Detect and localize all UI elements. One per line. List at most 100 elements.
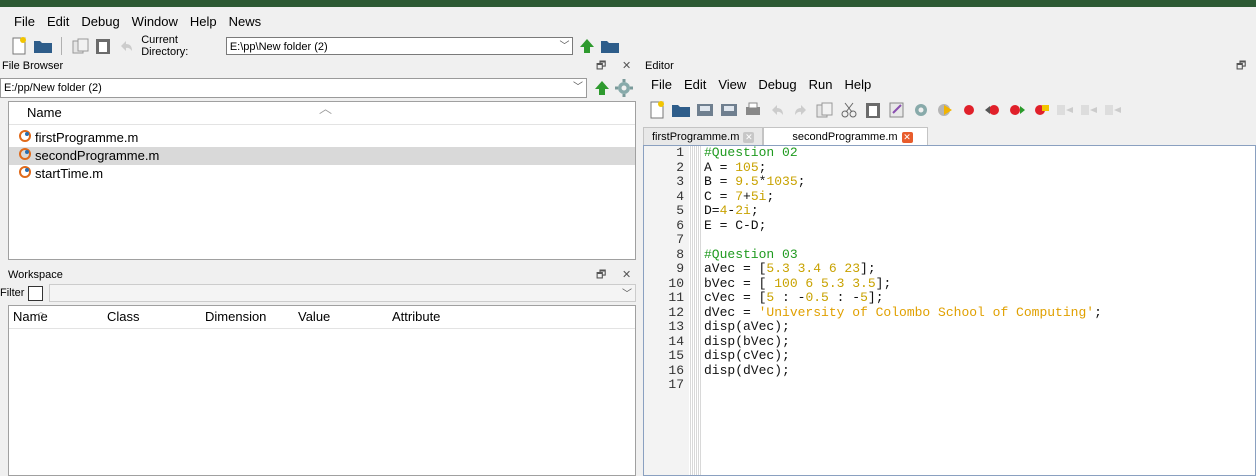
code-line[interactable]: 13 disp(aVec); [644, 319, 789, 335]
undock-icon[interactable]: 🗗 [1236, 58, 1246, 74]
undock-icon[interactable]: 🗗 [596, 58, 606, 74]
undo-icon[interactable] [767, 100, 787, 120]
copy-icon[interactable] [72, 36, 91, 56]
chevron-down-icon[interactable]: ﹀ [559, 38, 569, 56]
editor-menu-debug[interactable]: Debug [752, 75, 802, 95]
cut-icon[interactable] [839, 100, 859, 120]
chevron-down-icon[interactable]: ﹀ [622, 285, 632, 300]
code-line[interactable]: 9 aVec = [5.3 3.4 6 23]; [644, 261, 875, 277]
previous-breakpoint-icon[interactable] [983, 100, 1003, 120]
line-number: 2 [676, 159, 684, 175]
editor-menu-help[interactable]: Help [838, 75, 877, 95]
editor-menu-view[interactable]: View [712, 75, 752, 95]
copy-icon[interactable] [815, 100, 835, 120]
code-line[interactable]: 8 #Question 03 [644, 247, 797, 263]
column-header-class[interactable]: Class [107, 309, 140, 324]
save-as-icon[interactable] [719, 100, 739, 120]
step-out-icon[interactable] [1103, 100, 1123, 120]
close-tab-icon[interactable]: ✕ [901, 131, 913, 143]
code-line[interactable]: 12 dVec = 'University of Colombo School o… [644, 304, 1102, 321]
save-icon[interactable] [695, 100, 715, 120]
code-line[interactable]: 10 bVec = [ 100 6 5.3 3.5]; [644, 276, 891, 292]
column-header-dimension[interactable]: Dimension [205, 309, 266, 324]
menu-edit[interactable]: Edit [41, 12, 75, 32]
code-token: #Question 02 [704, 145, 798, 160]
menu-debug[interactable]: Debug [75, 12, 125, 32]
code-line[interactable]: 6 E = C-D; [644, 218, 766, 234]
step-in-icon[interactable] [1079, 100, 1099, 120]
paste-icon[interactable] [863, 100, 883, 120]
code-line[interactable]: 14 disp(bVec); [644, 334, 789, 350]
column-header-attribute[interactable]: Attribute [392, 309, 440, 324]
run-icon[interactable] [935, 100, 955, 120]
undo-icon[interactable] [117, 36, 136, 56]
menu-window[interactable]: Window [126, 12, 184, 32]
line-number: 12 [668, 304, 684, 320]
code-line[interactable]: 15 disp(cVec); [644, 348, 789, 364]
code-line[interactable]: 4 C = 7+5i; [644, 189, 774, 205]
filter-input[interactable]: ﹀ [49, 284, 636, 302]
breakpoint-icon[interactable] [959, 100, 979, 120]
line-number: 11 [668, 290, 684, 305]
menu-file[interactable]: File [8, 12, 41, 32]
editor-menu-run[interactable]: Run [803, 75, 839, 95]
file-list-header[interactable]: Name ︿ [9, 101, 635, 125]
code-line[interactable]: 1 #Question 02 [644, 145, 797, 161]
gear-icon[interactable] [614, 78, 634, 101]
code-line[interactable]: 7 [644, 232, 684, 248]
code-token: B = [704, 174, 736, 189]
workspace-title-bar: Workspace 🗗 ✕ [0, 267, 636, 283]
editor-title-bar: Editor 🗗 [641, 58, 1256, 74]
menu-news[interactable]: News [223, 12, 268, 32]
filter-label: Filter [0, 287, 25, 299]
editor-menu-file[interactable]: File [645, 75, 678, 95]
filter-checkbox[interactable] [28, 285, 44, 301]
current-directory-input[interactable]: E:\pp\New folder (2) ﹀ [225, 37, 574, 56]
step-over-icon[interactable] [1055, 100, 1075, 120]
code-line[interactable]: 17 [644, 377, 684, 393]
file-list-item[interactable]: firstProgramme.m [9, 129, 635, 147]
close-tab-icon[interactable]: ✕ [743, 131, 755, 143]
code-line[interactable]: 11 cVec = [5 : -0.5 : -5]; [644, 290, 883, 306]
line-number: 3 [676, 174, 684, 189]
browse-folder-icon[interactable] [600, 36, 620, 56]
file-list-item-selected[interactable]: secondProgramme.m [9, 147, 635, 165]
parent-directory-icon[interactable] [594, 80, 610, 99]
menu-help[interactable]: Help [184, 12, 223, 32]
code-line[interactable]: 2 A = 105; [644, 159, 766, 176]
remove-breakpoints-icon[interactable] [1031, 100, 1051, 120]
file-browser-path-input[interactable]: E:/pp/New folder (2) ﹀ [0, 78, 587, 98]
parent-directory-icon[interactable] [577, 36, 596, 56]
line-number: 13 [668, 319, 684, 334]
sort-indicator-icon: ︿ [36, 307, 46, 318]
code-token: disp(aVec); [704, 319, 790, 334]
code-editor[interactable]: 1 #Question 02 2 A = 105; 3 B = 9.5*1035; 4 C =… [643, 145, 1256, 476]
close-icon[interactable]: ✕ [622, 58, 631, 74]
tab-first-programme[interactable]: firstProgramme.m ✕ [643, 127, 764, 146]
new-file-icon[interactable] [10, 36, 29, 56]
print-icon[interactable] [743, 100, 763, 120]
code-line[interactable]: 3 B = 9.5*1035; [644, 174, 805, 190]
code-line[interactable]: 5 D=4-2i; [644, 203, 758, 219]
code-text: cVec = [5 : -0.5 : -5]; [704, 290, 884, 306]
file-list-item[interactable]: startTime.m [9, 165, 635, 183]
chevron-down-icon[interactable]: ﹀ [573, 79, 583, 97]
code-token: ; [750, 203, 759, 218]
code-line[interactable]: 16 disp(dVec); [644, 363, 789, 379]
open-folder-icon[interactable] [671, 100, 691, 120]
editor-menu-edit[interactable]: Edit [678, 75, 712, 95]
new-file-icon[interactable] [647, 100, 667, 120]
next-breakpoint-icon[interactable] [1007, 100, 1027, 120]
close-icon[interactable]: ✕ [622, 267, 631, 283]
tab-second-programme[interactable]: secondProgramme.m ✕ [763, 127, 928, 146]
settings-gear-icon[interactable] [911, 100, 931, 120]
file-browser-title-bar: File Browser 🗗 ✕ [0, 58, 636, 74]
undock-icon[interactable]: 🗗 [596, 267, 606, 283]
column-header-value[interactable]: Value [298, 309, 330, 324]
workspace-title: Workspace [8, 269, 63, 281]
paste-icon[interactable] [94, 36, 113, 56]
code-text: C = 7+5i; [704, 189, 774, 205]
redo-icon[interactable] [791, 100, 811, 120]
find-icon[interactable] [887, 100, 907, 120]
open-folder-icon[interactable] [33, 36, 53, 56]
